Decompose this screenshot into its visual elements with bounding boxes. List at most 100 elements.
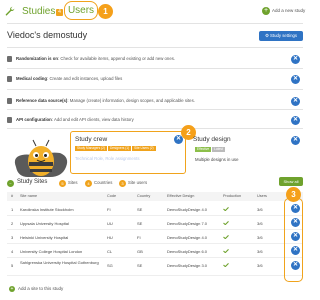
- study-sites-header: − Study Sites 5 Sites 4 Countries 3 Site…: [7, 176, 303, 193]
- study-settings-button[interactable]: ⚙ Study settings: [259, 31, 303, 41]
- design-note: Multiple designs in use: [195, 157, 239, 162]
- site-country: GB: [137, 249, 143, 254]
- divider: [7, 89, 303, 90]
- design-tag: Latest: [212, 147, 225, 152]
- add-study-link[interactable]: Add a new study: [272, 8, 305, 13]
- callout-1: 1: [98, 4, 113, 19]
- feature-description: Create and edit instances, upload files: [49, 76, 123, 81]
- site-users: 3/6: [257, 207, 263, 212]
- checkmark-icon: [223, 263, 229, 267]
- site-design: DemoStudyDesign 4.0: [167, 235, 208, 240]
- divider: [7, 109, 303, 110]
- checkmark-icon: [223, 221, 229, 225]
- add-site-label[interactable]: Add a site to this study: [18, 286, 63, 291]
- site-code: HU: [107, 235, 113, 240]
- breadcrumb-studies[interactable]: Studies: [22, 6, 55, 17]
- feature-description: Manage (create) information, design scop…: [69, 98, 195, 103]
- divider: [7, 23, 303, 24]
- study-settings-label: Study settings: [270, 33, 298, 38]
- site-users: 3/6: [257, 249, 263, 254]
- site-number: 2: [11, 221, 14, 226]
- divider: [7, 68, 303, 69]
- site-name: Helsinki University Hospital: [20, 235, 69, 240]
- column-header[interactable]: Users: [257, 194, 267, 198]
- show-all-sites-button[interactable]: Show all sites: [279, 177, 303, 193]
- crew-role-tags: Study Managers (2) Designers (1) Site Us…: [75, 146, 156, 151]
- site-code: SG: [107, 263, 113, 268]
- study-crew-title: Study crew: [75, 136, 108, 143]
- checkmark-icon: [223, 249, 229, 253]
- medical-coding-icon: [7, 76, 12, 82]
- study-crew-card[interactable]: Study crew Study Managers (2) Designers …: [70, 131, 186, 174]
- role-tag: Designers (1): [108, 146, 132, 151]
- crew-roles-link[interactable]: Technical Role, Role assignments: [75, 156, 140, 161]
- site-code: CL: [107, 249, 113, 254]
- bee-illustration: [14, 139, 68, 177]
- feature-reference-data: Reference data source(s): Manage (create…: [7, 96, 303, 108]
- column-header[interactable]: Site name: [20, 194, 37, 198]
- column-header[interactable]: Country: [137, 194, 150, 198]
- study-title-row: Viedoc's demostudy ⚙ Study settings: [7, 30, 303, 44]
- site-number: 5: [11, 263, 14, 268]
- randomization-icon: [7, 56, 12, 62]
- study-sites-label: Study Sites: [17, 179, 48, 185]
- site-country: SE: [137, 207, 143, 212]
- site-country: FI: [137, 235, 141, 240]
- design-tag: Effective: [195, 147, 212, 152]
- checkmark-icon: [223, 207, 229, 211]
- site-design: DemoStudyDesign 4.0: [167, 207, 208, 212]
- table-row[interactable]: 3 Helsinki University Hospital HU FI Dem…: [7, 230, 303, 244]
- site-code: UU: [107, 221, 113, 226]
- close-icon[interactable]: ✕: [291, 55, 300, 64]
- site-users-count-badge: 3: [119, 180, 126, 187]
- close-icon[interactable]: ✕: [291, 116, 300, 125]
- column-header: #: [11, 194, 14, 198]
- column-header[interactable]: Production: [223, 194, 241, 198]
- design-tags: Effective Latest: [195, 147, 225, 152]
- close-icon[interactable]: ✕: [291, 75, 300, 84]
- countries-count-label: Countries: [94, 180, 113, 185]
- add-site-icon[interactable]: +: [9, 286, 15, 292]
- table-row[interactable]: 2 Uppsala University Hospital UU SE Demo…: [7, 216, 303, 230]
- table-row[interactable]: 1 Karolinska Institute Stockholm FI SE D…: [7, 202, 303, 216]
- site-number: 4: [11, 249, 14, 254]
- feature-medical-coding: Medical coding: Create and edit instance…: [7, 74, 303, 86]
- column-header[interactable]: Code: [107, 194, 116, 198]
- site-number: 1: [11, 207, 14, 212]
- table-row[interactable]: 5 Sahlgrenska University Hospital Gothen…: [7, 258, 303, 276]
- site-country: SE: [137, 221, 143, 226]
- divider: [7, 47, 303, 48]
- site-country: SE: [137, 263, 143, 268]
- feature-api-configuration: API configuration: Add and edit API clie…: [7, 115, 303, 127]
- reference-data-icon: [7, 98, 12, 104]
- sites-expand-icon[interactable]: −: [7, 180, 14, 187]
- site-users: 3/6: [257, 221, 263, 226]
- site-name: Karolinska Institute Stockholm: [20, 207, 74, 212]
- api-icon: [7, 117, 12, 123]
- table-row[interactable]: 4 University College Hospital London CL …: [7, 244, 303, 258]
- feature-name: Randomization is on: [16, 56, 59, 61]
- column-header[interactable]: Effective Design: [167, 194, 194, 198]
- study-title: Viedoc's demostudy: [7, 30, 88, 40]
- add-study-icon[interactable]: +: [262, 7, 270, 15]
- site-code: FI: [107, 207, 111, 212]
- callout-3: 3: [286, 187, 301, 202]
- site-name: University College Hospital London: [20, 249, 83, 254]
- feature-name: Medical coding: [16, 76, 48, 81]
- close-icon[interactable]: ✕: [291, 97, 300, 106]
- close-icon[interactable]: ✕: [291, 136, 300, 145]
- site-users: 3/6: [257, 235, 263, 240]
- checkmark-icon: [223, 235, 229, 239]
- breadcrumb-users[interactable]: Users: [64, 1, 98, 20]
- site-name: Sahlgrenska University Hospital Gothenbu…: [20, 260, 99, 265]
- remove-sites-highlight: [284, 198, 303, 282]
- study-design-title[interactable]: Study design: [193, 136, 231, 143]
- divider: [7, 128, 303, 129]
- site-users: 3/6: [257, 263, 263, 268]
- site-number: 3: [11, 235, 14, 240]
- feature-description: Check for available items, append existi…: [60, 56, 176, 61]
- sites-count-label: Sites: [68, 180, 78, 185]
- studies-count-badge: 4: [56, 9, 63, 16]
- site-design: DemoStudyDesign 6.0: [167, 249, 208, 254]
- top-bar: Studies 4 Users 1 + Add a new study: [0, 0, 310, 22]
